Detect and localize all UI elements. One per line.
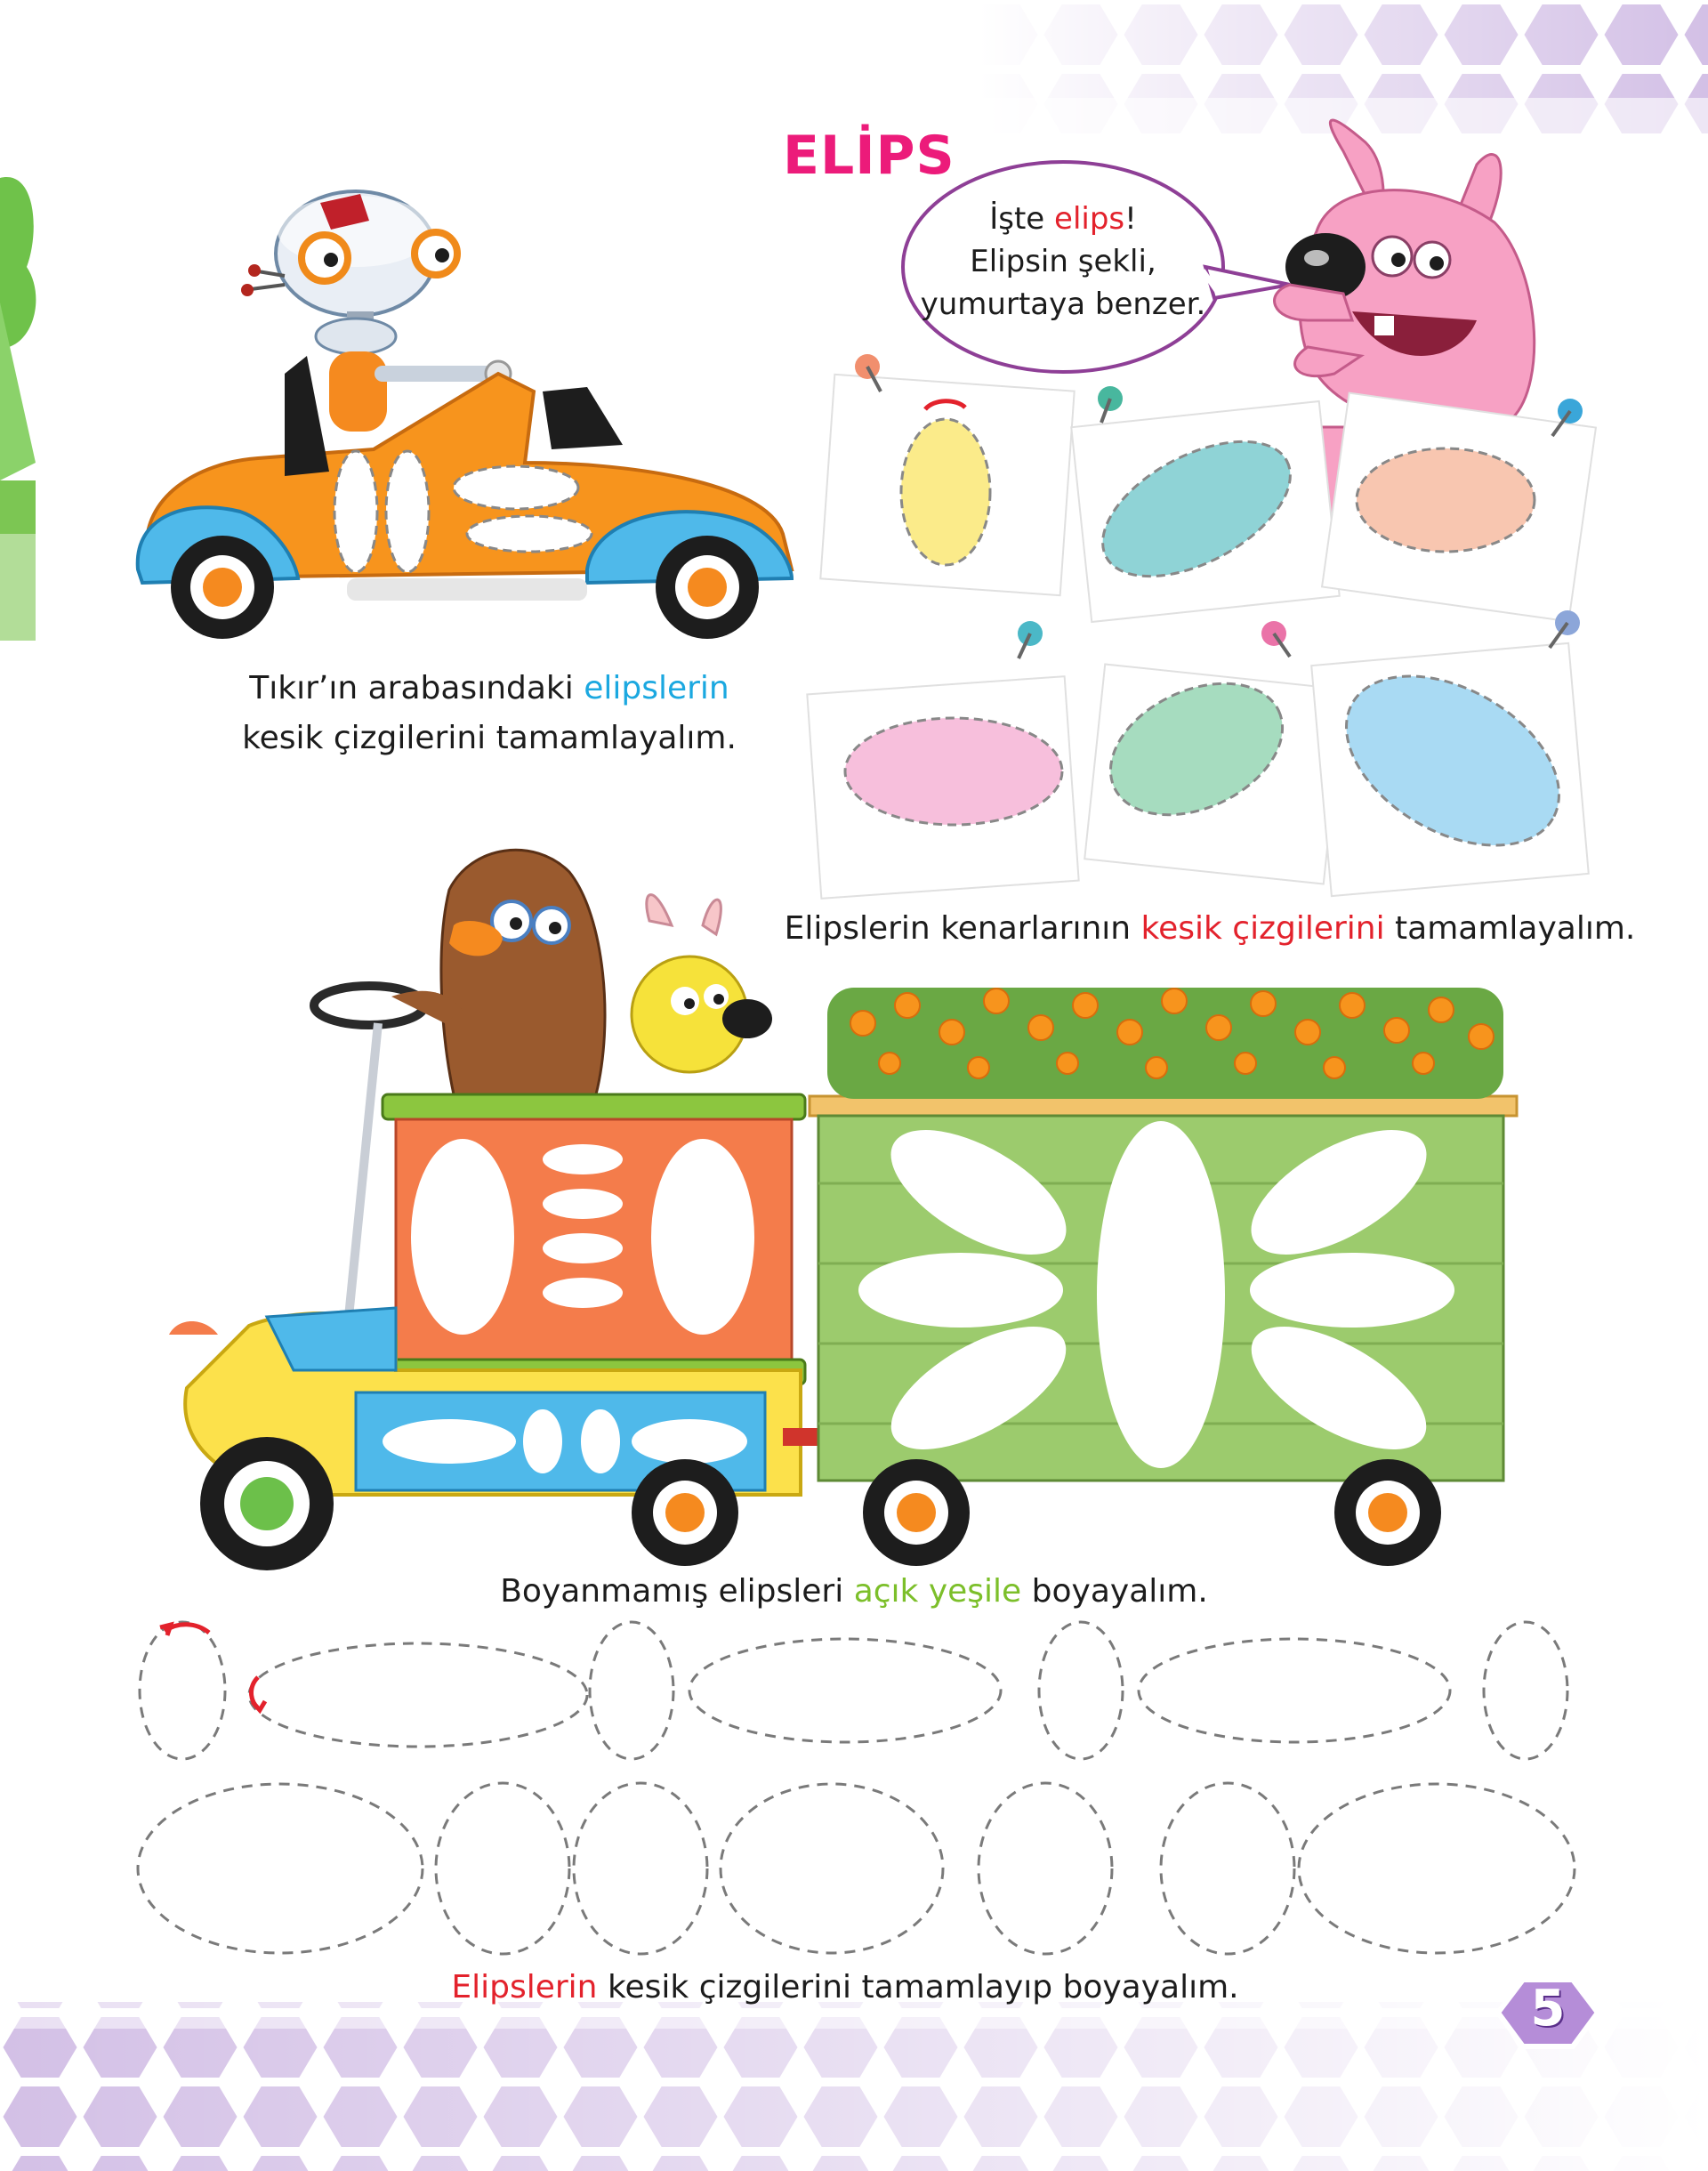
page-title: ELİPS [783,125,955,187]
tracing-direction-arrows [159,1621,268,1715]
ellipse-card-5 [1084,621,1345,885]
car-instruction-line-2: kesik çizgilerini tamamlayalım. [242,720,737,756]
ellipse-card-2 [1070,386,1341,624]
speech-line-1: İşte elips! [989,201,1137,237]
hexagon-decoration-bottom [0,1997,1708,2171]
robot-car-illustration [135,190,794,639]
ellipse-card-3 [1320,391,1598,623]
speech-line-2: Elipsin şekli, [970,244,1156,279]
ellipse-card-6 [1310,610,1590,898]
train-illustration [169,848,1519,1570]
car-instruction-line-1: Tıkır’ın arabasındaki elipslerin [249,670,729,706]
ellipse-card-4 [806,621,1080,900]
tracing-ellipses [136,1620,1576,1956]
illustration-layer [0,0,1708,2171]
speech-line-3: yumurtaya benzer. [920,287,1206,322]
train-instruction: Boyanmamış elipsleri açık yeşile boyayal… [500,1573,1208,1610]
ellipse-card-1 [819,354,1076,597]
car-instruction: Tıkır’ın arabasındaki elipslerin kesik ç… [178,664,801,763]
speech-bubble-text: İşte elips! Elipsin şekli, yumurtaya ben… [916,198,1210,326]
tracing-instruction: Elipslerin kesik çizgilerini tamamlayıp … [451,1969,1239,2006]
cards-instruction: Elipslerin kenarlarının kesik çizgilerin… [784,910,1636,947]
page-number: 5 [1530,1980,1566,2038]
tree-strip [0,177,36,641]
